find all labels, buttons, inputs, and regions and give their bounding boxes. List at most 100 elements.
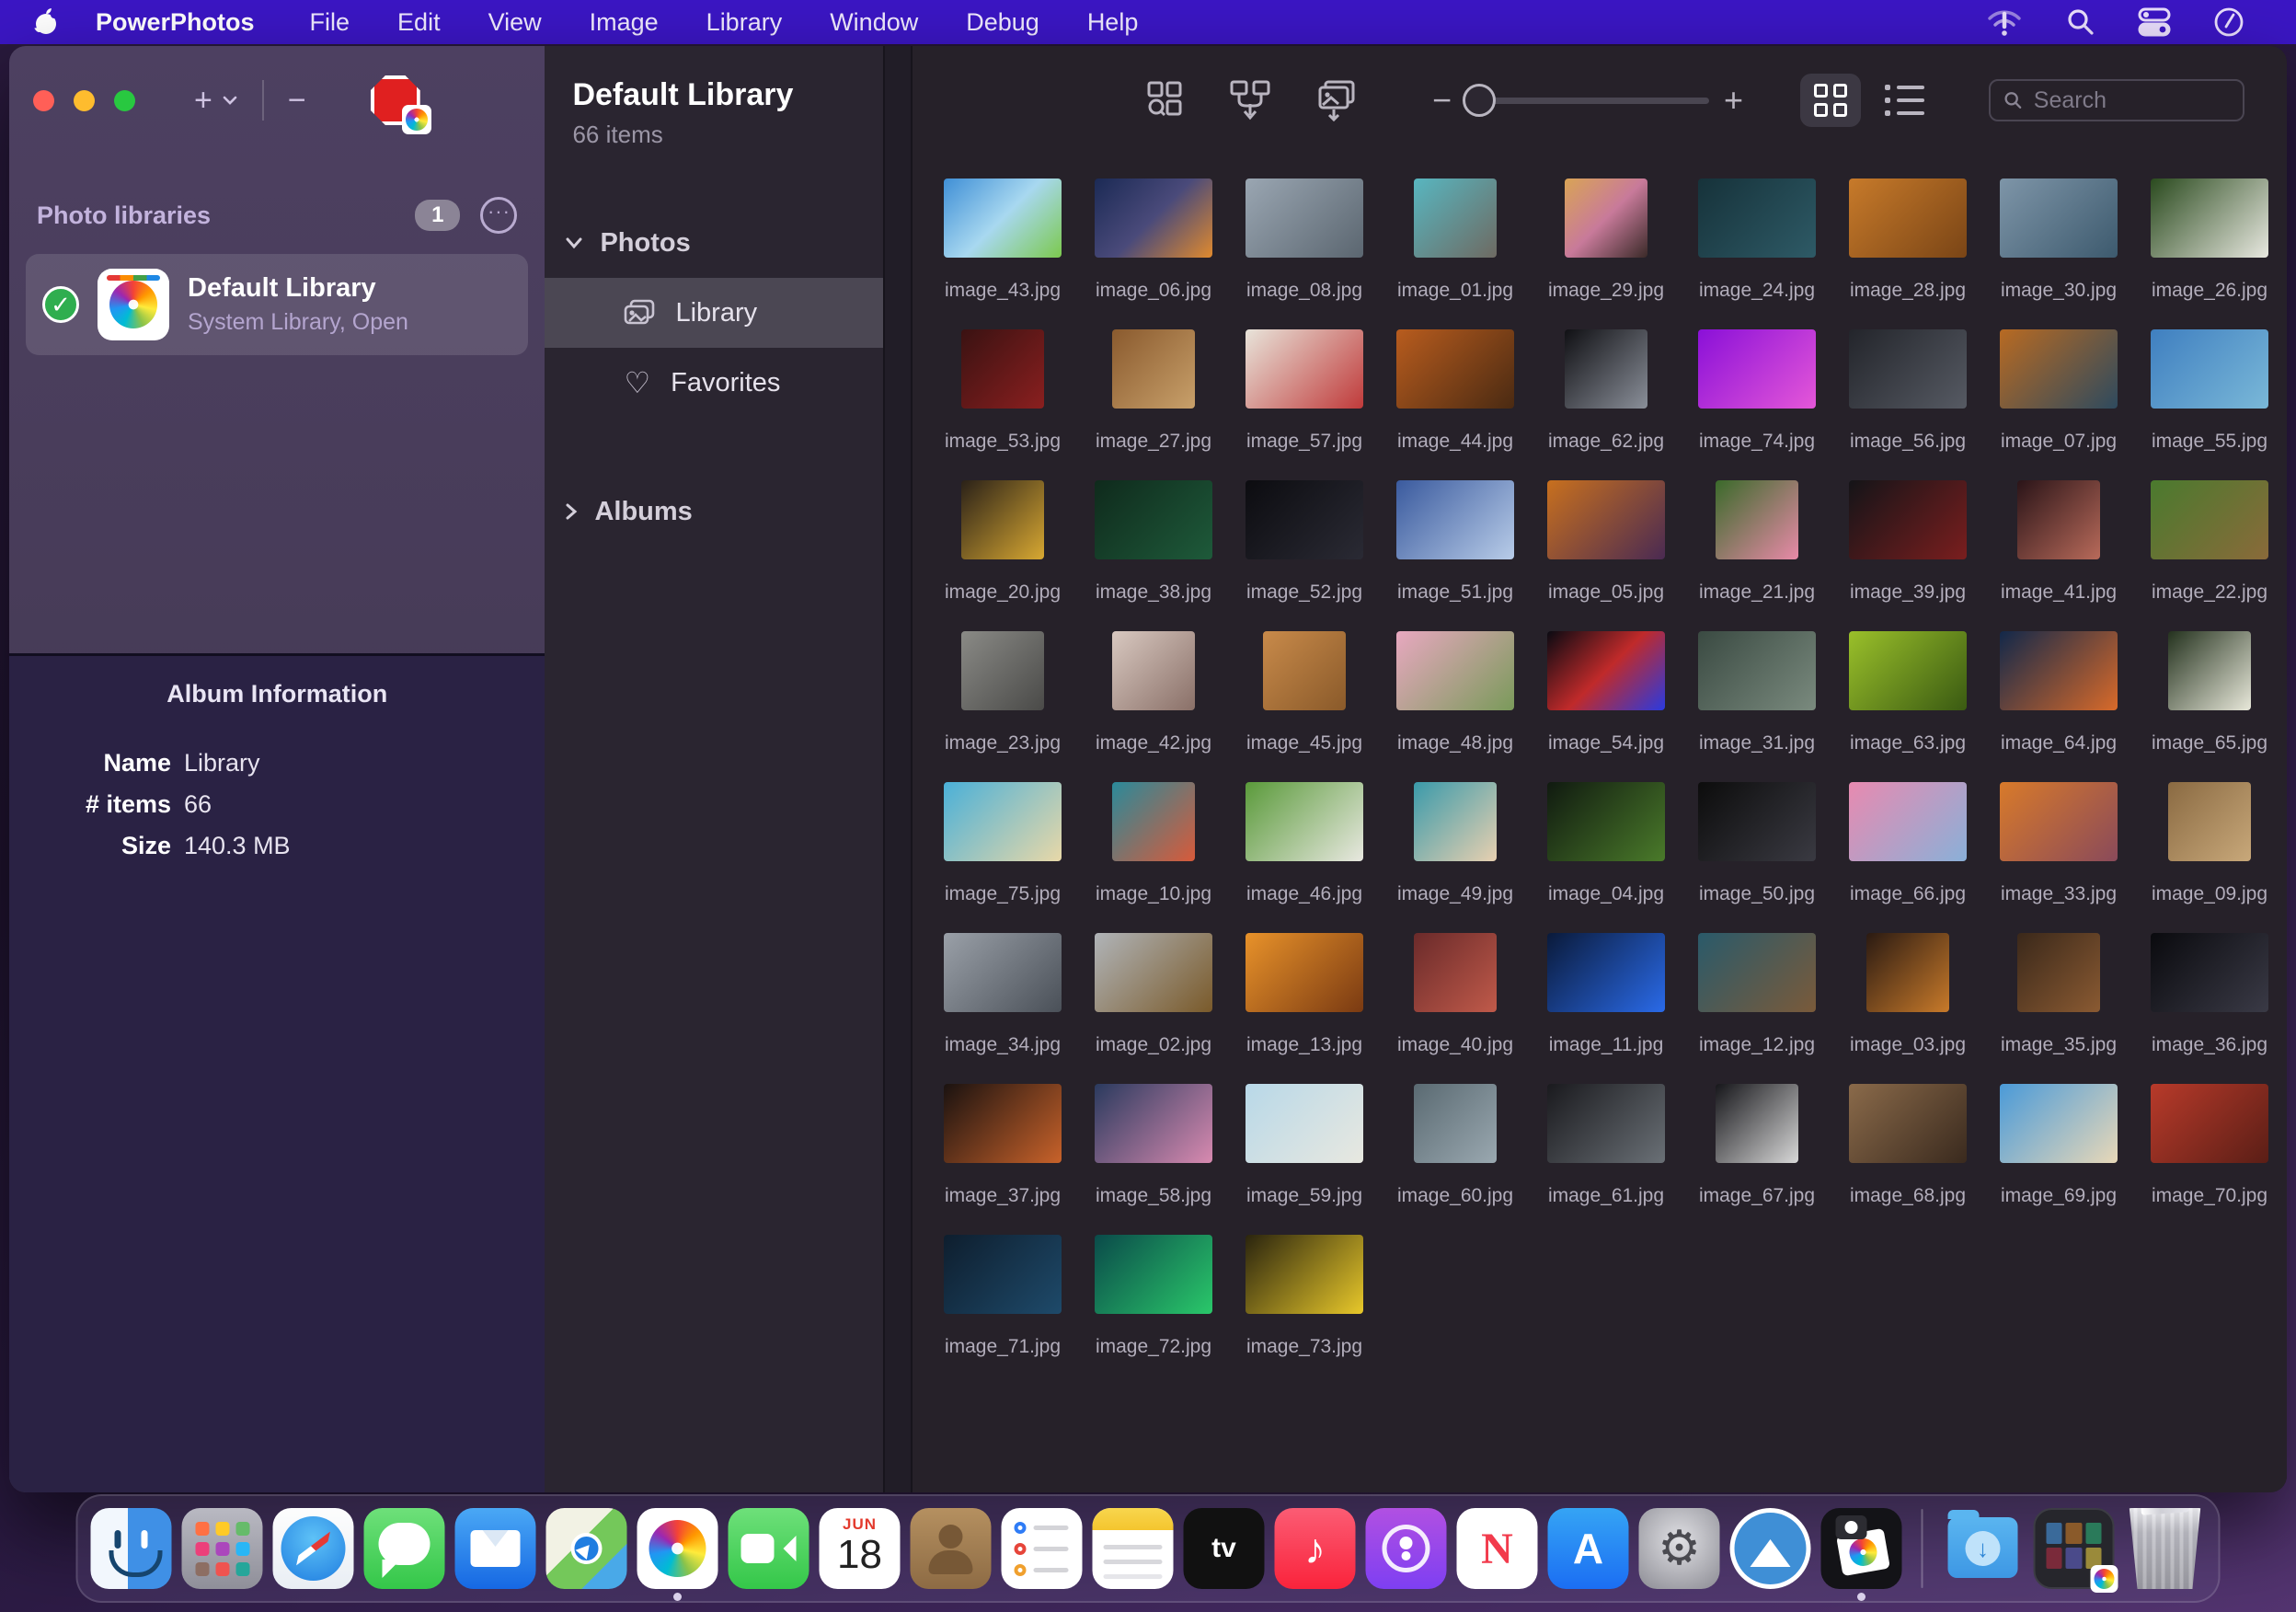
zoom-out-label[interactable]: − [1432, 81, 1452, 120]
photo-thumbnail[interactable] [1246, 933, 1363, 1012]
photo-item[interactable]: image_57.jpg [1229, 329, 1380, 480]
photo-thumbnail[interactable] [1396, 480, 1514, 559]
photo-thumbnail[interactable] [1396, 631, 1514, 710]
photo-thumbnail[interactable] [1414, 782, 1497, 861]
photo-thumbnail[interactable] [1112, 782, 1195, 861]
photo-thumbnail[interactable] [2017, 480, 2100, 559]
dock-item-finder[interactable] [91, 1508, 172, 1589]
stop-photos-agent-button[interactable] [371, 75, 420, 125]
dock-item-contacts[interactable] [911, 1508, 992, 1589]
clock-icon[interactable] [2213, 6, 2244, 38]
dock-item-photos[interactable] [637, 1508, 718, 1589]
photo-item[interactable]: image_52.jpg [1229, 480, 1380, 631]
minimize-window-button[interactable] [74, 90, 95, 111]
photo-thumbnail[interactable] [2000, 329, 2118, 409]
photo-thumbnail[interactable] [1246, 1084, 1363, 1163]
photo-item[interactable]: image_43.jpg [927, 178, 1078, 329]
photo-item[interactable]: image_36.jpg [2134, 933, 2285, 1084]
photo-thumbnail[interactable] [1547, 480, 1665, 559]
photo-item[interactable]: image_12.jpg [1682, 933, 1832, 1084]
dock-item-launchpad[interactable] [182, 1508, 263, 1589]
photo-thumbnail[interactable] [2000, 631, 2118, 710]
photo-item[interactable]: image_58.jpg [1078, 1084, 1229, 1235]
photo-item[interactable]: image_09.jpg [2134, 782, 2285, 933]
sidebar-item-favorites[interactable]: ♡ Favorites [545, 348, 883, 418]
photo-item[interactable]: image_61.jpg [1531, 1084, 1682, 1235]
dock-item-tv[interactable]: tv [1184, 1508, 1265, 1589]
photo-item[interactable]: image_53.jpg [927, 329, 1078, 480]
photo-thumbnail[interactable] [1095, 933, 1212, 1012]
photo-thumbnail[interactable] [1095, 480, 1212, 559]
photo-item[interactable]: image_55.jpg [2134, 329, 2285, 480]
photo-item[interactable]: image_74.jpg [1682, 329, 1832, 480]
photo-item[interactable]: image_68.jpg [1832, 1084, 1983, 1235]
photo-thumbnail[interactable] [944, 782, 1062, 861]
merge-libraries-button[interactable] [1228, 78, 1274, 122]
menu-item-file[interactable]: File [286, 8, 374, 37]
photo-thumbnail[interactable] [961, 631, 1044, 710]
photo-thumbnail[interactable] [1396, 329, 1514, 409]
photo-thumbnail[interactable] [1849, 631, 1967, 710]
sidebar-item-library[interactable]: Library [545, 278, 883, 348]
photo-item[interactable]: image_08.jpg [1229, 178, 1380, 329]
photo-thumbnail[interactable] [1095, 1084, 1212, 1163]
menu-item-image[interactable]: Image [566, 8, 683, 37]
photo-item[interactable]: image_37.jpg [927, 1084, 1078, 1235]
photo-item[interactable]: image_03.jpg [1832, 933, 1983, 1084]
albums-group-header[interactable]: Albums [545, 477, 883, 547]
photo-thumbnail[interactable] [1112, 329, 1195, 409]
photo-thumbnail[interactable] [1263, 631, 1346, 710]
photo-item[interactable]: image_02.jpg [1078, 933, 1229, 1084]
photo-item[interactable]: image_70.jpg [2134, 1084, 2285, 1235]
photo-item[interactable]: image_54.jpg [1531, 631, 1682, 782]
photo-item[interactable]: image_75.jpg [927, 782, 1078, 933]
photo-item[interactable]: image_41.jpg [1983, 480, 2134, 631]
photo-thumbnail[interactable] [2000, 1084, 2118, 1163]
photo-thumbnail[interactable] [2000, 782, 2118, 861]
photo-thumbnail[interactable] [1698, 933, 1816, 1012]
app-menu-title[interactable]: PowerPhotos [72, 8, 279, 37]
photo-thumbnail[interactable] [944, 178, 1062, 258]
photo-thumbnail[interactable] [2168, 782, 2251, 861]
photo-thumbnail[interactable] [1698, 178, 1816, 258]
photo-thumbnail[interactable] [1849, 178, 1967, 258]
photo-thumbnail[interactable] [944, 933, 1062, 1012]
photo-item[interactable]: image_67.jpg [1682, 1084, 1832, 1235]
add-library-button[interactable]: + [179, 83, 253, 119]
photo-thumbnail[interactable] [1414, 1084, 1497, 1163]
menu-item-help[interactable]: Help [1063, 8, 1163, 37]
photos-group-header[interactable]: Photos [545, 208, 883, 278]
zoom-in-label[interactable]: + [1724, 81, 1743, 120]
photo-item[interactable]: image_46.jpg [1229, 782, 1380, 933]
photo-item[interactable]: image_31.jpg [1682, 631, 1832, 782]
dock-item-calendar[interactable]: JUN18 [820, 1508, 901, 1589]
photo-item[interactable]: image_23.jpg [927, 631, 1078, 782]
photo-item[interactable]: image_38.jpg [1078, 480, 1229, 631]
photo-item[interactable]: image_30.jpg [1983, 178, 2134, 329]
photo-item[interactable]: image_05.jpg [1531, 480, 1682, 631]
copy-photos-button[interactable] [1314, 78, 1359, 122]
photo-item[interactable]: image_50.jpg [1682, 782, 1832, 933]
photo-thumbnail[interactable] [1716, 1084, 1798, 1163]
photo-thumbnail[interactable] [1095, 1235, 1212, 1314]
photo-thumbnail[interactable] [1112, 631, 1195, 710]
photo-item[interactable]: image_45.jpg [1229, 631, 1380, 782]
photo-thumbnail[interactable] [1547, 1084, 1665, 1163]
photo-item[interactable]: image_69.jpg [1983, 1084, 2134, 1235]
photo-thumbnail[interactable] [1547, 631, 1665, 710]
photo-item[interactable]: image_13.jpg [1229, 933, 1380, 1084]
dock-item-settings[interactable]: ⚙ [1639, 1508, 1720, 1589]
search-input[interactable] [2034, 87, 2230, 114]
dock-item-trash[interactable] [2125, 1508, 2206, 1589]
photo-item[interactable]: image_24.jpg [1682, 178, 1832, 329]
photo-thumbnail[interactable] [1716, 480, 1798, 559]
photo-item[interactable]: image_51.jpg [1380, 480, 1531, 631]
dock-item-mail[interactable] [455, 1508, 536, 1589]
photo-thumbnail[interactable] [961, 480, 1044, 559]
search-field[interactable] [1989, 79, 2244, 121]
photo-item[interactable]: image_49.jpg [1380, 782, 1531, 933]
photo-thumbnail[interactable] [1849, 1084, 1967, 1163]
photo-thumbnail[interactable] [2151, 933, 2268, 1012]
photo-item[interactable]: image_26.jpg [2134, 178, 2285, 329]
menu-item-library[interactable]: Library [683, 8, 807, 37]
